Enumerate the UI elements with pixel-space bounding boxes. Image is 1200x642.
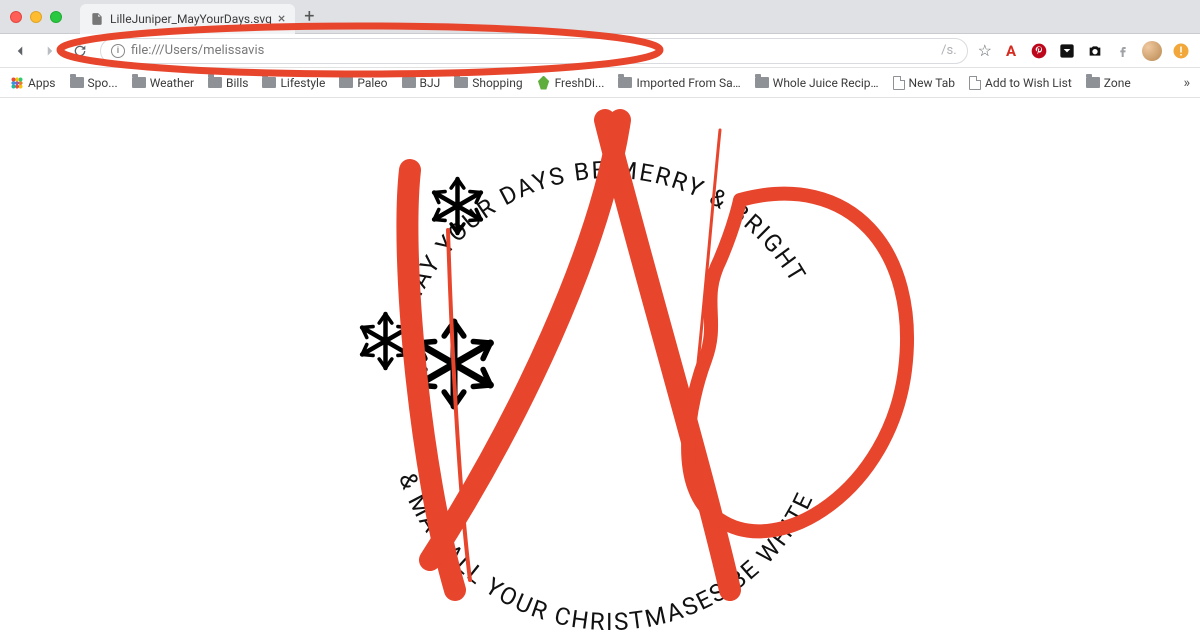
page-content: MAY YOUR DAYS BE MERRY & BRIGHT & MAY AL… <box>0 98 1200 630</box>
annotation-o-circle <box>688 194 907 532</box>
annotation-url-circle <box>60 26 660 74</box>
annotation-overlay <box>0 0 1200 630</box>
annotation-no-stroke <box>430 120 620 560</box>
